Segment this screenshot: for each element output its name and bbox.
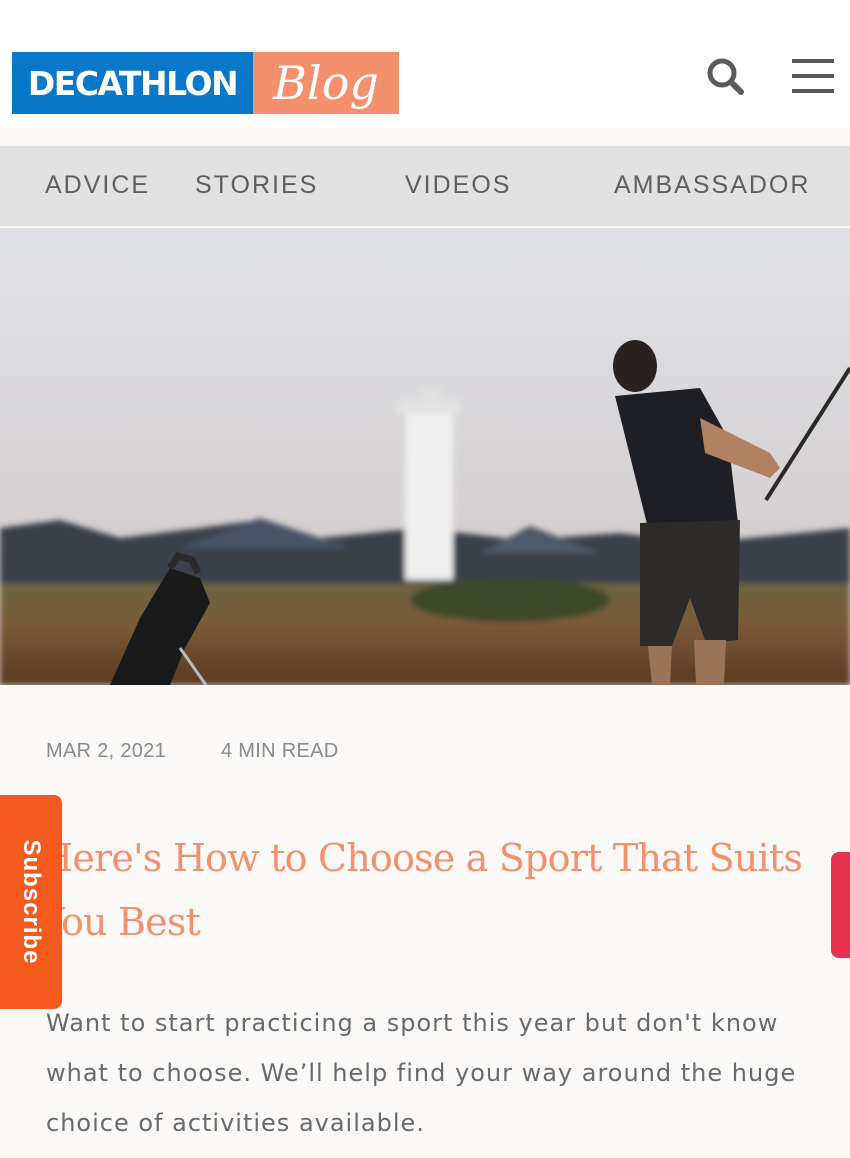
subscribe-label: Subscribe — [18, 839, 45, 965]
menu-button[interactable] — [790, 54, 836, 98]
category-nav: ADVICE STORIES VIDEOS AMBASSADOR — [0, 146, 850, 226]
hero-image[interactable] — [0, 228, 850, 685]
nav-item-advice[interactable]: ADVICE — [45, 146, 150, 226]
article-title[interactable]: Here's How to Choose a Sport That Suits … — [40, 826, 810, 954]
golfer-lighthouse-photo — [0, 228, 850, 685]
nav-item-videos[interactable]: VIDEOS — [405, 146, 511, 226]
side-feedback-tab[interactable] — [831, 852, 850, 958]
hamburger-menu-icon — [792, 59, 834, 93]
search-icon — [707, 58, 744, 95]
decathlon-blog-logo[interactable]: DECATHLON Blog — [12, 52, 399, 114]
article-date: MAR 2, 2021 — [46, 740, 167, 762]
nav-item-stories[interactable]: STORIES — [195, 146, 318, 226]
site-header: DECATHLON Blog — [0, 0, 850, 128]
logo-blog-text: Blog — [253, 52, 399, 114]
search-button[interactable] — [703, 54, 747, 98]
subscribe-tab[interactable]: Subscribe — [0, 795, 62, 1009]
article-excerpt: Want to start practicing a sport this ye… — [46, 1009, 797, 1137]
logo-brand-text: DECATHLON — [12, 52, 253, 114]
article-read-time: 4 MIN READ — [221, 740, 339, 762]
nav-item-ambassador[interactable]: AMBASSADOR — [614, 146, 810, 226]
